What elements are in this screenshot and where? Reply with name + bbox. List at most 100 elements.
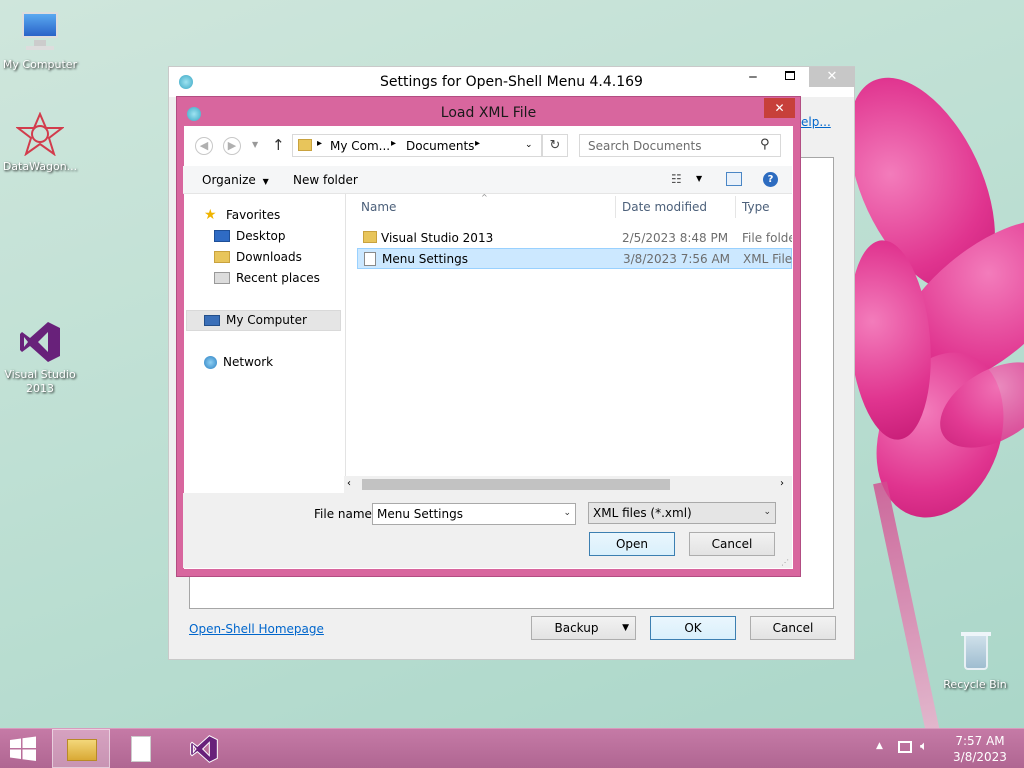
desktop-icon-label: My Computer [2, 58, 78, 71]
desktop-icon-label: Visual Studio 2013 [4, 368, 76, 395]
document-icon [364, 252, 376, 266]
ok-button[interactable]: OK [650, 616, 736, 640]
search-icon: ⚲ [760, 137, 770, 152]
nav-item-my-computer[interactable]: My Computer [204, 313, 307, 327]
dialog-close-button[interactable]: ✕ [764, 98, 795, 118]
recent-locations-icon[interactable]: ▼ [252, 140, 258, 149]
scroll-thumb[interactable] [362, 479, 670, 490]
breadcrumb-sep-icon: ▸ [317, 138, 323, 149]
windows-logo-icon [10, 736, 36, 761]
computer-icon [204, 314, 220, 326]
datawagon-logo-icon [15, 111, 65, 157]
start-button[interactable] [8, 736, 38, 762]
clock-time[interactable]: 7:57 AM [950, 734, 1010, 748]
dropdown-arrow-icon: ▼ [622, 623, 629, 633]
filetype-value: XML files (*.xml) [593, 506, 692, 520]
taskbar-file-explorer[interactable] [52, 729, 110, 768]
tray-overflow-icon[interactable]: ▲ [876, 741, 883, 751]
sort-arrow-icon: ^ [481, 193, 488, 202]
nav-favorites-label: Favorites [226, 208, 281, 222]
forward-button[interactable]: ▶ [223, 137, 241, 155]
cancel-label: Cancel [772, 621, 814, 635]
file-row-selected[interactable]: Menu Settings 3/8/2023 7:56 AM XML File [357, 248, 792, 269]
refresh-button[interactable]: ↻ [542, 134, 568, 157]
nav-pane-divider [345, 194, 346, 476]
backup-button[interactable]: Backup ▼ [531, 616, 636, 640]
desktop-icon-label: Recycle Bin [943, 678, 1007, 691]
downloads-folder-icon [214, 251, 230, 263]
minimize-button[interactable]: ‒ [739, 69, 767, 89]
desktop-icon [214, 230, 230, 242]
ok-label: OK [684, 621, 702, 635]
monitor-icon [16, 10, 64, 54]
dropdown-arrow-icon: ▼ [262, 177, 269, 186]
taskbar-visual-studio[interactable] [178, 729, 230, 768]
nav-item-label: Desktop [236, 229, 286, 243]
clock-date[interactable]: 3/8/2023 [950, 750, 1010, 764]
maximize-button[interactable] [776, 71, 804, 91]
view-options-icon[interactable]: ☷ [671, 172, 682, 186]
resize-grip-icon[interactable]: ⋰ [781, 558, 789, 567]
up-arrow-icon[interactable]: ↑ [272, 136, 285, 154]
help-icon[interactable]: ? [763, 172, 778, 187]
search-placeholder: Search Documents [588, 139, 702, 153]
column-header-date[interactable]: Date modified [622, 200, 707, 214]
network-tray-icon[interactable] [898, 741, 912, 753]
breadcrumb-documents[interactable]: Documents [406, 139, 474, 153]
address-bar[interactable]: ▸ My Com... ▸ Documents ▸ ⌄ [292, 134, 542, 157]
file-date: 3/8/2023 7:56 AM [623, 251, 731, 266]
nav-item-desktop[interactable]: Desktop [214, 229, 286, 243]
organize-label: Organize [202, 173, 256, 187]
network-icon [204, 355, 217, 369]
homepage-link[interactable]: Open-Shell Homepage [189, 622, 324, 636]
desktop-icon-recycle-bin[interactable]: Recycle Bin [933, 630, 1017, 692]
desktop-icon-label: DataWagon... [2, 160, 78, 173]
filetype-select[interactable]: XML files (*.xml) ⌄ [588, 502, 776, 524]
open-button[interactable]: Open [589, 532, 675, 556]
taskbar-document[interactable] [117, 729, 167, 768]
file-row[interactable]: Visual Studio 2013 2/5/2023 8:48 PM File… [357, 227, 792, 248]
visual-studio-icon [16, 320, 64, 364]
nav-favorites[interactable]: ★ Favorites [204, 208, 280, 222]
visual-studio-icon [190, 735, 218, 763]
file-name: Menu Settings [382, 251, 468, 266]
filename-input[interactable]: Menu Settings ⌄ [372, 503, 576, 525]
volume-icon[interactable]: 🔈︎ [920, 739, 928, 754]
search-box[interactable]: Search Documents ⚲ [579, 134, 781, 157]
new-folder-button[interactable]: New folder [293, 173, 358, 187]
nav-item-recent-places[interactable]: Recent places [214, 271, 320, 285]
desktop-icon-my-computer[interactable]: My Computer [0, 10, 82, 72]
folder-icon [298, 139, 312, 151]
help-link[interactable]: elp... [801, 115, 831, 129]
nav-item-label: Downloads [236, 250, 302, 264]
filename-label: File name: [314, 507, 376, 521]
close-button[interactable]: ✕ [809, 67, 855, 87]
desktop-icon-datawagon[interactable]: DataWagon... [0, 111, 82, 174]
nav-item-downloads[interactable]: Downloads [214, 250, 302, 264]
filename-value: Menu Settings [377, 507, 463, 521]
organize-button[interactable]: Organize ▼ [202, 173, 269, 187]
nav-item-network[interactable]: Network [204, 355, 273, 369]
star-icon: ★ [204, 207, 217, 223]
dialog-title: Load XML File [440, 105, 537, 121]
address-dropdown-icon[interactable]: ⌄ [525, 140, 533, 150]
taskbar: ▲ 🔈︎ 7:57 AM 3/8/2023 [0, 728, 1024, 768]
column-header-type[interactable]: Type [742, 200, 770, 214]
chevron-down-icon[interactable]: ⌄ [563, 508, 571, 518]
settings-cancel-button[interactable]: Cancel [750, 616, 836, 640]
preview-pane-icon[interactable] [726, 172, 742, 186]
desktop-icon-visual-studio[interactable]: Visual Studio 2013 [0, 320, 82, 396]
file-date: 2/5/2023 8:48 PM [622, 230, 729, 245]
folder-icon [363, 231, 377, 243]
chevron-down-icon: ⌄ [763, 507, 771, 517]
breadcrumb-sep-icon: ▸ [391, 138, 397, 149]
column-header-name[interactable]: Name [361, 200, 396, 214]
scroll-right-icon[interactable]: › [780, 478, 784, 489]
scroll-left-icon[interactable]: ‹ [347, 478, 351, 489]
document-icon [131, 736, 151, 762]
horizontal-scrollbar[interactable]: ‹ › [344, 476, 792, 493]
back-button[interactable]: ◀ [195, 137, 213, 155]
view-dropdown-icon[interactable]: ▼ [696, 174, 702, 183]
breadcrumb-my-computer[interactable]: My Com... [330, 139, 390, 153]
dialog-cancel-button[interactable]: Cancel [689, 532, 775, 556]
